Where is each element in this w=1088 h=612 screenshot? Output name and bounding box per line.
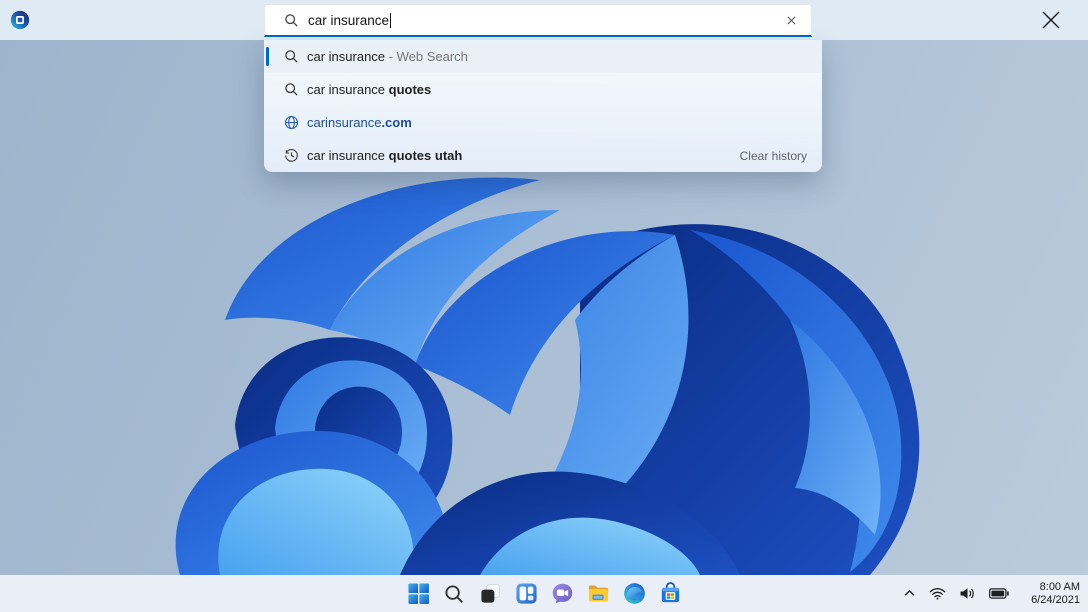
search-suggestions-dropdown: car insurance - Web Search car insurance… (264, 40, 822, 172)
taskbar-center-icons (406, 582, 682, 606)
clock[interactable]: 8:00 AM 6/24/2021 (1022, 581, 1080, 607)
taskbar-search-icon[interactable] (442, 582, 466, 606)
file-explorer-icon[interactable] (586, 582, 610, 606)
suggestion-history-utah[interactable]: car insurance quotes utah Clear history (264, 139, 822, 172)
tray-date: 6/24/2021 (1022, 594, 1080, 607)
edge-browser-icon[interactable] (622, 582, 646, 606)
suggestion-web-search[interactable]: car insurance - Web Search (264, 40, 822, 73)
widgets-icon[interactable] (514, 582, 538, 606)
clear-history-button[interactable]: Clear history (740, 149, 807, 163)
selection-indicator (266, 47, 269, 66)
text-caret (390, 13, 391, 28)
windows-bloom-wallpaper (150, 160, 940, 575)
suggestion-text: car insurance quotes utah (307, 148, 462, 163)
close-icon[interactable] (1040, 9, 1062, 31)
suggestion-quotes[interactable]: car insurance quotes (264, 73, 822, 106)
suggestion-text: car insurance quotes (307, 82, 431, 97)
search-icon (284, 49, 299, 64)
chat-icon[interactable] (550, 582, 574, 606)
record-stop-icon[interactable] (9, 9, 31, 31)
task-view-icon[interactable] (478, 582, 502, 606)
clear-search-icon[interactable] (783, 12, 800, 29)
system-tray: 8:00 AM 6/24/2021 (901, 575, 1080, 612)
desktop-screen: car insurance car insurance - Web Search (0, 0, 1088, 612)
taskbar: 8:00 AM 6/24/2021 (0, 575, 1088, 612)
chevron-up-icon[interactable] (901, 585, 918, 602)
suggestion-text: carinsurance.com (307, 115, 412, 130)
battery-icon[interactable] (987, 586, 1011, 601)
suggestion-carinsurance-com[interactable]: carinsurance.com (264, 106, 822, 139)
wifi-icon[interactable] (927, 585, 948, 602)
tray-time: 8:00 AM (1022, 581, 1080, 594)
suggestion-suffix: - Web Search (385, 49, 468, 64)
search-icon (284, 82, 299, 97)
globe-icon (284, 115, 299, 130)
search-icon (284, 13, 299, 28)
volume-icon[interactable] (957, 585, 978, 602)
history-icon (284, 148, 299, 163)
suggestion-text: car insurance - Web Search (307, 49, 468, 64)
microsoft-store-icon[interactable] (658, 582, 682, 606)
search-input[interactable]: car insurance (264, 4, 812, 37)
start-button-icon[interactable] (406, 582, 430, 606)
search-query-text: car insurance (308, 13, 389, 28)
